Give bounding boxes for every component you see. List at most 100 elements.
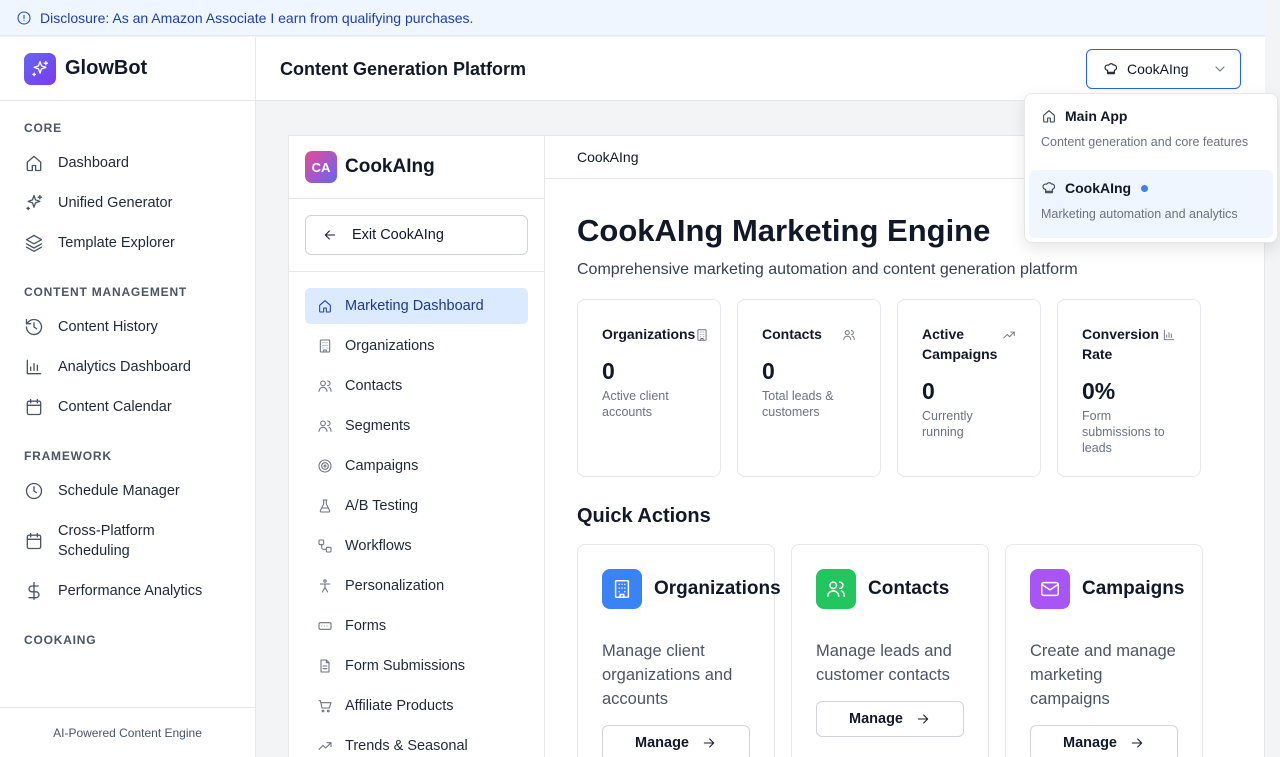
- subnav-label: Workflows: [345, 538, 412, 554]
- quick-action-title: Organizations: [654, 578, 781, 599]
- trending-icon: [1002, 328, 1016, 342]
- sidebar-item-analytics-dashboard[interactable]: Analytics Dashboard: [0, 347, 255, 387]
- subnav-label: Segments: [345, 418, 411, 434]
- menu-item-main-app[interactable]: Main App Content generation and core fea…: [1029, 98, 1273, 166]
- building-icon: [317, 338, 333, 354]
- arrow-right-icon: [915, 711, 931, 727]
- sidebar-item-unified-generator[interactable]: Unified Generator: [0, 183, 255, 223]
- history-icon: [24, 317, 44, 337]
- menu-item-cookaing[interactable]: CookAIng Marketing automation and analyt…: [1029, 170, 1273, 238]
- subnav-trends-seasonal[interactable]: Trends & Seasonal: [305, 728, 528, 757]
- exit-wrap: Exit CookAIng: [289, 199, 544, 272]
- subnav-label: Affiliate Products: [345, 698, 454, 714]
- subnav-label: Organizations: [345, 338, 435, 354]
- content-subtitle: Comprehensive marketing automation and c…: [577, 261, 1078, 278]
- dollar-icon: [24, 581, 44, 601]
- quick-action-description: Manage client organizations and accounts: [602, 642, 733, 708]
- sidebar-item-performance-analytics[interactable]: Performance Analytics: [0, 571, 255, 611]
- subnav-label: A/B Testing: [345, 498, 419, 514]
- subnav-label: Campaigns: [345, 458, 419, 474]
- stat-value: 0%: [1082, 378, 1116, 404]
- app-switcher-button[interactable]: CookAIng: [1086, 49, 1241, 89]
- subnav-contacts[interactable]: Contacts: [305, 368, 528, 404]
- subnav-label: Contacts: [345, 378, 403, 394]
- brand[interactable]: GlowBot: [0, 37, 255, 101]
- cookaing-sidebar: CA CookAIng Exit CookAIng Marketing Dash…: [289, 136, 545, 757]
- quick-action-campaigns: Campaigns Create and manage marketing ca…: [1005, 544, 1203, 757]
- nav-section-core: CORE Dashboard Unified Generator Templat…: [0, 121, 255, 263]
- subnav-workflows[interactable]: Workflows: [305, 528, 528, 564]
- subnav-label: Personalization: [345, 578, 445, 594]
- sidebar-item-label: Content History: [58, 319, 158, 335]
- cookaing-nav: Marketing Dashboard Organizations Contac…: [289, 272, 544, 757]
- file-icon: [317, 658, 333, 674]
- subnav-forms[interactable]: Forms: [305, 608, 528, 644]
- users-icon: [317, 378, 333, 394]
- clock-icon: [24, 481, 44, 501]
- stat-value: 0: [602, 358, 615, 384]
- trending-icon: [317, 738, 333, 754]
- cookaing-name: CookAIng: [345, 156, 435, 177]
- form-icon: [317, 618, 333, 634]
- sidebar-item-label: Schedule Manager: [58, 483, 180, 499]
- arrow-right-icon: [701, 735, 717, 751]
- sidebar-item-dashboard[interactable]: Dashboard: [0, 143, 255, 183]
- subnav-affiliate-products[interactable]: Affiliate Products: [305, 688, 528, 724]
- sidebar-item-label: Cross-Platform Scheduling: [58, 523, 155, 559]
- disclosure-text: Disclosure: As an Amazon Associate I ear…: [40, 9, 474, 26]
- person-icon: [317, 578, 333, 594]
- exit-cookaing-button[interactable]: Exit CookAIng: [305, 215, 528, 255]
- manage-campaigns-button[interactable]: Manage: [1030, 725, 1178, 757]
- stat-card-conversion-rate: Conversion Rate 0% Form submissions to l…: [1057, 299, 1201, 477]
- stat-title: Contacts: [762, 326, 822, 342]
- home-icon: [24, 153, 44, 173]
- quick-action-contacts: Contacts Manage leads and customer conta…: [791, 544, 989, 757]
- sidebar-item-schedule-manager[interactable]: Schedule Manager: [0, 471, 255, 511]
- quick-action-organizations: Organizations Manage client organization…: [577, 544, 781, 757]
- app-switcher-label: CookAIng: [1127, 61, 1189, 77]
- top-header: Content Generation Platform CookAIng: [256, 37, 1265, 101]
- subnav-personalization[interactable]: Personalization: [305, 568, 528, 604]
- app-switcher-menu: Main App Content generation and core fea…: [1024, 93, 1278, 243]
- flask-icon: [317, 498, 333, 514]
- nav-section-cookaing: COOKAING: [0, 633, 255, 647]
- button-label: Manage: [849, 711, 903, 727]
- subnav-segments[interactable]: Segments: [305, 408, 528, 444]
- calendar-icon: [24, 397, 44, 417]
- target-icon: [317, 458, 333, 474]
- building-icon: [602, 569, 642, 609]
- stat-title: Organizations: [602, 326, 696, 342]
- sidebar-item-label: Performance Analytics: [58, 583, 203, 599]
- bar-chart-icon: [24, 357, 44, 377]
- menu-item-description: Content generation and core features: [1041, 135, 1249, 149]
- exit-label: Exit CookAIng: [352, 227, 444, 243]
- home-icon: [317, 298, 333, 314]
- sparkles-icon: [24, 52, 56, 85]
- sidebar-item-cross-platform-scheduling[interactable]: Cross-Platform Scheduling: [0, 511, 255, 571]
- manage-organizations-button[interactable]: Manage: [602, 725, 750, 757]
- subnav-ab-testing[interactable]: A/B Testing: [305, 488, 528, 524]
- home-icon: [1041, 108, 1057, 124]
- cookaing-brand: CA CookAIng: [289, 136, 544, 199]
- nav-section-content-management: CONTENT MANAGEMENT Content History Analy…: [0, 285, 255, 427]
- stat-card-contacts: Contacts 0 Total leads & customers: [737, 299, 881, 477]
- sidebar-item-content-history[interactable]: Content History: [0, 307, 255, 347]
- stat-description: Currently running: [922, 409, 973, 439]
- manage-contacts-button[interactable]: Manage: [816, 701, 964, 737]
- subnav-form-submissions[interactable]: Form Submissions: [305, 648, 528, 684]
- subnav-label: Trends & Seasonal: [345, 738, 468, 754]
- quick-actions-row: Organizations Manage client organization…: [577, 544, 1234, 757]
- subnav-campaigns[interactable]: Campaigns: [305, 448, 528, 484]
- stat-title: Conversion Rate: [1082, 326, 1160, 362]
- quick-actions-title: Quick Actions: [577, 505, 711, 527]
- button-label: Manage: [1063, 735, 1117, 751]
- mail-icon: [1030, 569, 1070, 609]
- subnav-organizations[interactable]: Organizations: [305, 328, 528, 364]
- disclosure-banner: Disclosure: As an Amazon Associate I ear…: [0, 0, 1265, 36]
- subnav-marketing-dashboard[interactable]: Marketing Dashboard: [305, 288, 528, 324]
- users-icon: [816, 569, 856, 609]
- sidebar-item-template-explorer[interactable]: Template Explorer: [0, 223, 255, 263]
- layers-icon: [24, 233, 44, 253]
- nav-section-framework: FRAMEWORK Schedule Manager Cross-Platfor…: [0, 449, 255, 611]
- sidebar-item-content-calendar[interactable]: Content Calendar: [0, 387, 255, 427]
